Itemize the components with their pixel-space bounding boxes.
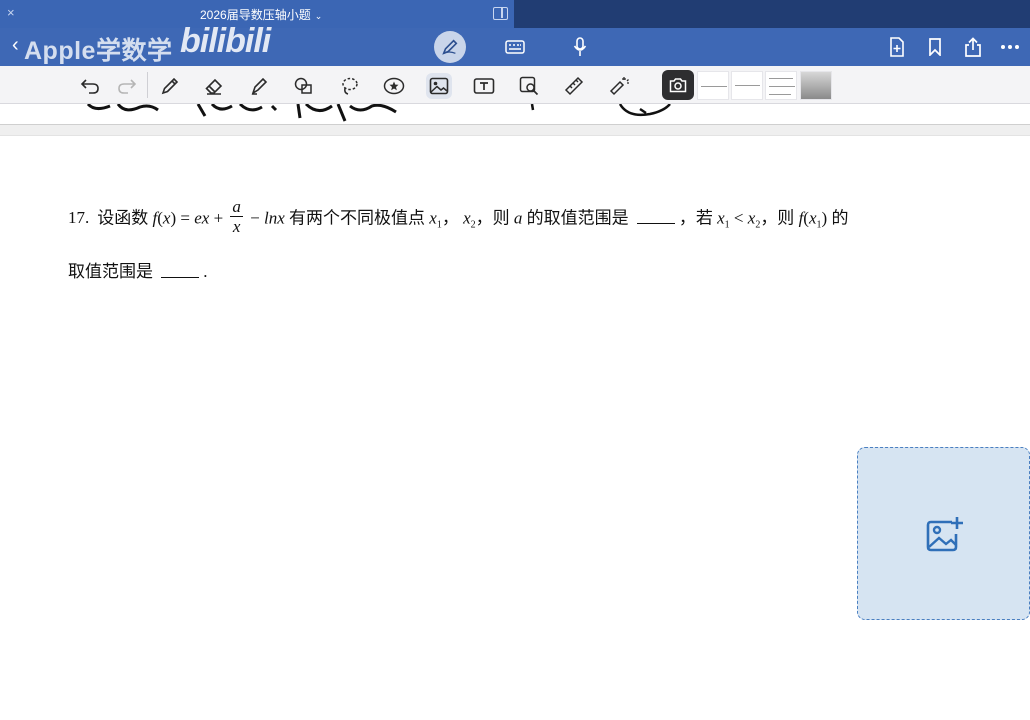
document-title[interactable]: 2026届导数压轴小题 ⌄ bbox=[200, 6, 322, 23]
laser-pointer-icon bbox=[609, 77, 629, 96]
problem-text: 有两个不同极值点 bbox=[284, 208, 430, 228]
math-symbol: ex bbox=[194, 208, 210, 228]
recent-image-thumbnail[interactable] bbox=[697, 71, 729, 100]
undo-button[interactable] bbox=[77, 73, 103, 99]
math-symbol: x bbox=[808, 208, 817, 228]
elements-tool[interactable] bbox=[381, 73, 407, 99]
problem-line-1: 17. 设函数 f(x) = ex + ax − lnx 有两个不同极值点 x1，… bbox=[68, 198, 849, 239]
problem-text: 的取值范围是 bbox=[522, 208, 633, 228]
keyboard-button[interactable] bbox=[501, 33, 529, 61]
image-tool[interactable] bbox=[426, 73, 452, 99]
navigation-bar: ‹ Apple学数学 bilibili bbox=[0, 22, 1030, 66]
problem-number: 17. bbox=[68, 208, 90, 228]
share-button[interactable] bbox=[959, 33, 987, 61]
lasso-tool[interactable] bbox=[336, 73, 362, 99]
keyboard-icon bbox=[505, 40, 525, 54]
fraction-denominator: x bbox=[232, 217, 241, 236]
answer-blank bbox=[161, 264, 200, 278]
more-icon bbox=[1001, 45, 1019, 49]
math-symbol: x bbox=[717, 208, 725, 228]
add-page-icon bbox=[890, 37, 904, 57]
title-bar: × 2026届导数压轴小题 ⌄ bbox=[0, 0, 1030, 28]
problem-text: ，则 bbox=[475, 208, 514, 228]
eraser-tool[interactable] bbox=[201, 73, 227, 99]
more-button[interactable] bbox=[996, 33, 1024, 61]
recent-image-thumbnail[interactable] bbox=[731, 71, 763, 100]
close-tab-icon[interactable]: × bbox=[7, 5, 15, 20]
bookmark-button[interactable] bbox=[921, 33, 949, 61]
shapes-icon bbox=[294, 77, 312, 94]
text-box-icon bbox=[473, 78, 495, 94]
camera-button[interactable] bbox=[662, 70, 694, 100]
highlighter-tool[interactable] bbox=[246, 73, 272, 99]
handwriting-strokes bbox=[86, 104, 671, 122]
math-symbol: < bbox=[729, 208, 748, 228]
bilibili-logo: bilibili bbox=[180, 22, 271, 60]
zoom-window-icon bbox=[519, 76, 539, 96]
eraser-icon bbox=[205, 78, 223, 95]
math-symbol: − bbox=[245, 208, 264, 228]
drawing-toolbar bbox=[0, 66, 1030, 104]
problem-text: ，若 bbox=[678, 208, 718, 228]
ruler-icon bbox=[564, 76, 584, 96]
problem-text: 的 bbox=[827, 208, 849, 228]
pen-tool[interactable] bbox=[157, 73, 183, 99]
share-icon bbox=[965, 37, 981, 57]
math-symbol: x bbox=[463, 208, 471, 228]
text-tool[interactable] bbox=[471, 73, 497, 99]
highlighter-icon bbox=[251, 77, 268, 95]
math-symbol: x bbox=[429, 208, 437, 228]
sticker-icon bbox=[383, 77, 405, 95]
split-view-icon[interactable] bbox=[493, 7, 508, 20]
redo-button[interactable] bbox=[114, 73, 140, 99]
bookmark-icon bbox=[929, 38, 941, 56]
ruler-tool[interactable] bbox=[561, 73, 587, 99]
recent-image-thumbnail[interactable] bbox=[765, 71, 797, 100]
image-icon bbox=[429, 77, 449, 95]
notes-app: × 2026届导数压轴小题 ⌄ ‹ Apple学数学 bilibili 17. … bbox=[0, 0, 1030, 720]
add-page-button[interactable] bbox=[883, 33, 911, 61]
video-watermark: Apple学数学 bbox=[24, 37, 173, 65]
secondary-pane-bar bbox=[514, 0, 1030, 28]
problem-line-2: 取值范围是 . bbox=[68, 257, 208, 282]
fraction-numerator: a bbox=[230, 197, 243, 217]
lasso-icon bbox=[342, 77, 358, 95]
problem-text: 设函数 bbox=[97, 208, 149, 228]
recent-image-thumbnail[interactable] bbox=[800, 71, 832, 100]
camera-icon bbox=[669, 78, 687, 93]
fraction-a-over-x: ax bbox=[230, 198, 243, 237]
pen-tool-icon bbox=[161, 77, 179, 95]
microphone-button[interactable] bbox=[566, 33, 594, 61]
page-break bbox=[0, 124, 1030, 136]
add-image-icon bbox=[926, 517, 963, 552]
zoom-window-tool[interactable] bbox=[516, 73, 542, 99]
redo-icon bbox=[118, 79, 137, 94]
math-symbol: = bbox=[176, 208, 195, 228]
problem-text: 取值范围是 bbox=[68, 262, 158, 281]
math-symbol: lnx bbox=[264, 208, 285, 228]
microphone-icon bbox=[573, 37, 587, 56]
toolbar-divider bbox=[147, 72, 148, 98]
handwriting-mode-button[interactable] bbox=[434, 31, 466, 63]
answer-blank bbox=[636, 210, 675, 225]
shapes-tool[interactable] bbox=[291, 73, 317, 99]
chevron-down-icon: ⌄ bbox=[314, 11, 323, 21]
pen-icon bbox=[442, 39, 458, 55]
document-title-text: 2026届导数压轴小题 bbox=[200, 8, 311, 22]
laser-pointer-tool[interactable] bbox=[606, 73, 632, 99]
problem-text: . bbox=[203, 262, 208, 281]
undo-icon bbox=[80, 79, 99, 94]
image-drop-zone[interactable] bbox=[857, 447, 1030, 620]
back-icon[interactable]: ‹ bbox=[12, 34, 19, 57]
problem-text: ，则 bbox=[760, 208, 799, 228]
problem-text: ， bbox=[441, 208, 459, 228]
math-symbol: + bbox=[209, 208, 228, 228]
